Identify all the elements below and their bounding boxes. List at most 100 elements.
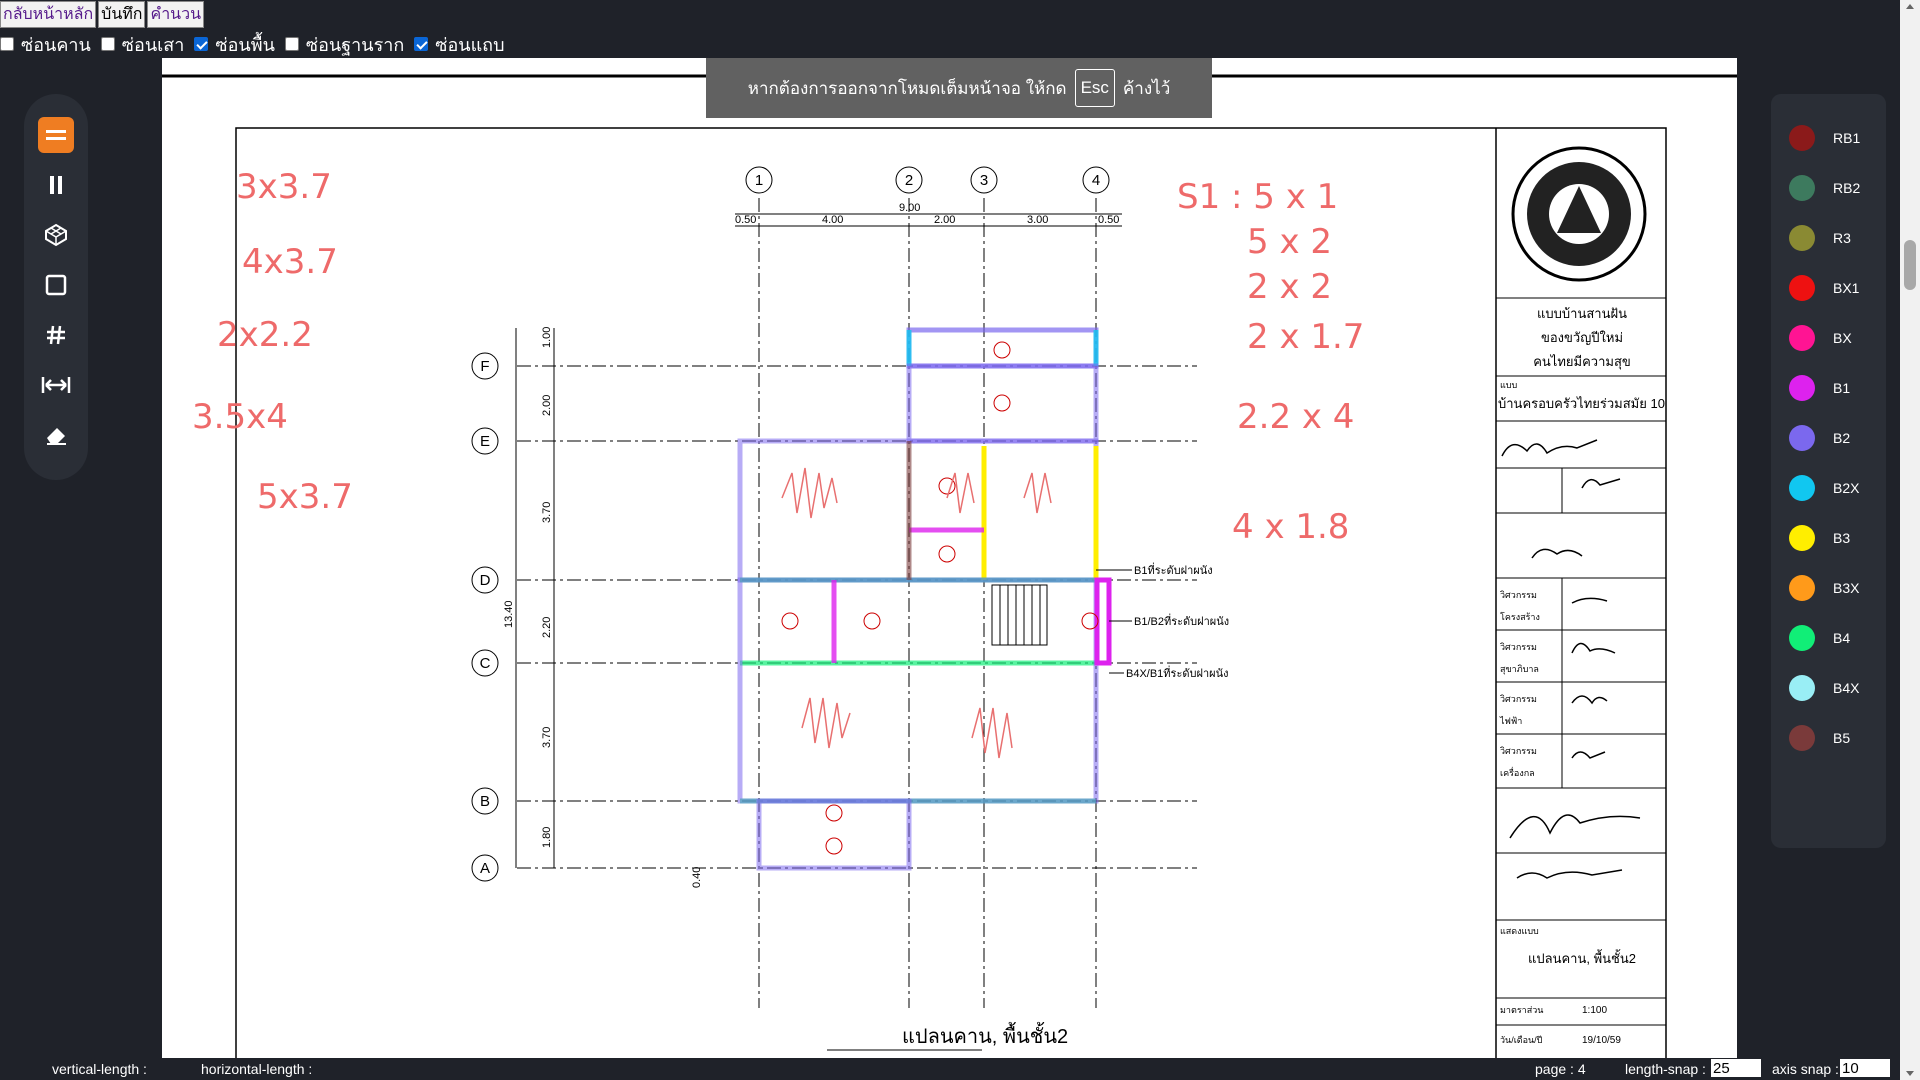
eraser-tool[interactable] — [38, 417, 74, 453]
palette-item-b1[interactable]: B1 — [1789, 373, 1850, 403]
callout-b1-b2: B1/B2ที่ระดับฝาผนัง — [1134, 613, 1229, 628]
palette-item-b2x[interactable]: B2X — [1789, 473, 1859, 503]
axis-label-d: D — [480, 572, 491, 589]
scroll-down-icon[interactable] — [1906, 1071, 1914, 1076]
scroll-up-icon[interactable] — [1906, 4, 1914, 9]
color-swatch — [1789, 275, 1815, 301]
date-value: 19/10/59 — [1582, 1035, 1621, 1046]
structural-plan[interactable]: แบบบ้านสานฝัน ของขวัญปีใหม่ คนไทยมีความส… — [162, 58, 1737, 1063]
hide-floors-checkbox[interactable]: ซ่อนพื้น — [194, 30, 275, 59]
engineer-rows: วิศวกรรม โครงสร้าง วิศวกรรม สุขาภิบาล วิ… — [1496, 578, 1666, 789]
dim-side: 3.70 — [541, 502, 553, 523]
palette-item-b2[interactable]: B2 — [1789, 423, 1850, 453]
signature-icon — [1516, 869, 1623, 879]
menu-icon — [46, 130, 66, 140]
beam-b2 — [737, 577, 1099, 804]
hide-strips-checkbox[interactable]: ซ่อนแถบ — [414, 30, 505, 59]
axis-label-a: A — [480, 860, 490, 877]
dim-side: 0.40 — [691, 867, 703, 888]
checkbox-box[interactable] — [100, 37, 115, 51]
layer-filters: ซ่อนคาน ซ่อนเสา ซ่อนพื้น ซ่อนฐานราก ซ่อน… — [0, 32, 515, 56]
grid-tool[interactable] — [38, 317, 74, 353]
axis-label-c: C — [480, 655, 491, 672]
axis-label-b: B — [480, 793, 490, 810]
dim-top: 0.50 — [735, 214, 756, 226]
row-label: โครงสร้าง — [1500, 612, 1540, 622]
menu-button[interactable] — [38, 117, 74, 153]
note-left: 3.5x4 — [192, 397, 288, 437]
palette-item-rb2[interactable]: RB2 — [1789, 173, 1860, 203]
row-label: สุขาภิบาล — [1500, 664, 1539, 675]
layers-tool[interactable] — [38, 217, 74, 253]
layers-tool-icon — [45, 223, 67, 247]
page-scrollbar[interactable] — [1900, 0, 1920, 1080]
beam-b2 — [906, 363, 1099, 444]
handwritten-notes: 3x3.7 4x3.7 2x2.2 3.5x4 5x3.7 S1 : 5 x 1… — [192, 167, 1364, 547]
axis-label-3: 3 — [980, 172, 988, 189]
sheet-label: แสดงแบบ — [1500, 926, 1539, 936]
color-swatch — [1789, 375, 1815, 401]
signature-icon — [1501, 439, 1598, 457]
palette-item-bx[interactable]: BX — [1789, 323, 1852, 353]
hide-columns-checkbox[interactable]: ซ่อนเสา — [100, 30, 184, 59]
signature-icon — [1571, 597, 1608, 604]
rectangle-tool[interactable] — [38, 267, 74, 303]
project-line-3: คนไทยมีความสุข — [1533, 354, 1631, 370]
hide-foundations-checkbox[interactable]: ซ่อนฐานราก — [284, 30, 404, 59]
color-swatch — [1789, 625, 1815, 651]
save-button[interactable]: บันทึก — [98, 1, 146, 28]
note-right: 2 x 1.7 — [1247, 317, 1364, 357]
project-line-1: แบบบ้านสานฝัน — [1537, 306, 1627, 321]
checkbox-box[interactable] — [0, 37, 14, 51]
axis-snap-input[interactable] — [1840, 1059, 1890, 1077]
palette-item-b3x[interactable]: B3X — [1789, 573, 1859, 603]
signature-icon — [1531, 548, 1583, 559]
axis-label-2: 2 — [905, 172, 913, 189]
drawing-canvas[interactable]: แบบบ้านสานฝัน ของขวัญปีใหม่ คนไทยมีความส… — [162, 58, 1737, 1063]
checkbox-box[interactable] — [414, 37, 429, 51]
row-label: ไฟฟ้า — [1499, 716, 1522, 726]
color-swatch — [1789, 525, 1815, 551]
palette-item-bx1[interactable]: BX1 — [1789, 273, 1859, 303]
date-label: วัน/เดือน/ปี — [1500, 1035, 1543, 1045]
row-label: วิศวกรรม — [1500, 642, 1537, 652]
color-swatch — [1789, 675, 1815, 701]
palette-item-r3[interactable]: R3 — [1789, 223, 1851, 253]
beams — [737, 327, 1112, 871]
palette-item-b3[interactable]: B3 — [1789, 523, 1850, 553]
length-snap-label: length-snap : — [1625, 1061, 1706, 1077]
home-button[interactable]: กลับหน้าหลัก — [0, 1, 97, 28]
dim-side: 1.80 — [541, 827, 553, 848]
sheet-value: แปลนคาน, พื้นชั้น2 — [1528, 949, 1636, 966]
drawing-caption: แปลนคาน, พื้นชั้น2 — [902, 1022, 1068, 1048]
palette-item-b4[interactable]: B4 — [1789, 623, 1850, 653]
checkbox-box[interactable] — [194, 37, 209, 51]
checkbox-box[interactable] — [284, 37, 299, 51]
dim-top: 0.50 — [1098, 214, 1119, 226]
calculate-button[interactable]: คำนวน — [147, 1, 205, 28]
dimension-tool[interactable] — [38, 367, 74, 403]
note-right: 2.2 x 4 — [1237, 397, 1354, 437]
note-right: 5 x 2 — [1247, 222, 1332, 262]
column-tool[interactable] — [38, 167, 74, 203]
row-label: เครื่องกล — [1500, 766, 1535, 778]
palette-item-b4x[interactable]: B4X — [1789, 673, 1859, 703]
axis-label-1: 1 — [755, 172, 763, 189]
toast-text: หากต้องการออกจากโหมดเต็มหน้าจอ ให้กด — [747, 78, 1067, 98]
type-label: แบบ — [1500, 380, 1518, 390]
grid-tool-icon — [47, 325, 65, 345]
scroll-thumb[interactable] — [1904, 240, 1916, 290]
top-bar: กลับหน้าหลัก บันทึก คำนวน — [0, 0, 1900, 29]
tool-sidebar — [24, 94, 88, 480]
status-bar: vertical-length : horizontal-length : pa… — [0, 1058, 1900, 1080]
palette-item-rb1[interactable]: RB1 — [1789, 123, 1860, 153]
axis-snap-label: axis snap : — [1772, 1061, 1839, 1077]
beam-b2 — [756, 798, 912, 871]
palette-item-b5[interactable]: B5 — [1789, 723, 1850, 753]
hide-beams-checkbox[interactable]: ซ่อนคาน — [0, 30, 91, 59]
row-label: วิศวกรรม — [1500, 694, 1537, 704]
beam-b1 — [1094, 577, 1112, 666]
color-swatch — [1789, 475, 1815, 501]
vertical-length-readout: vertical-length : — [52, 1061, 147, 1077]
length-snap-input[interactable] — [1711, 1059, 1761, 1077]
